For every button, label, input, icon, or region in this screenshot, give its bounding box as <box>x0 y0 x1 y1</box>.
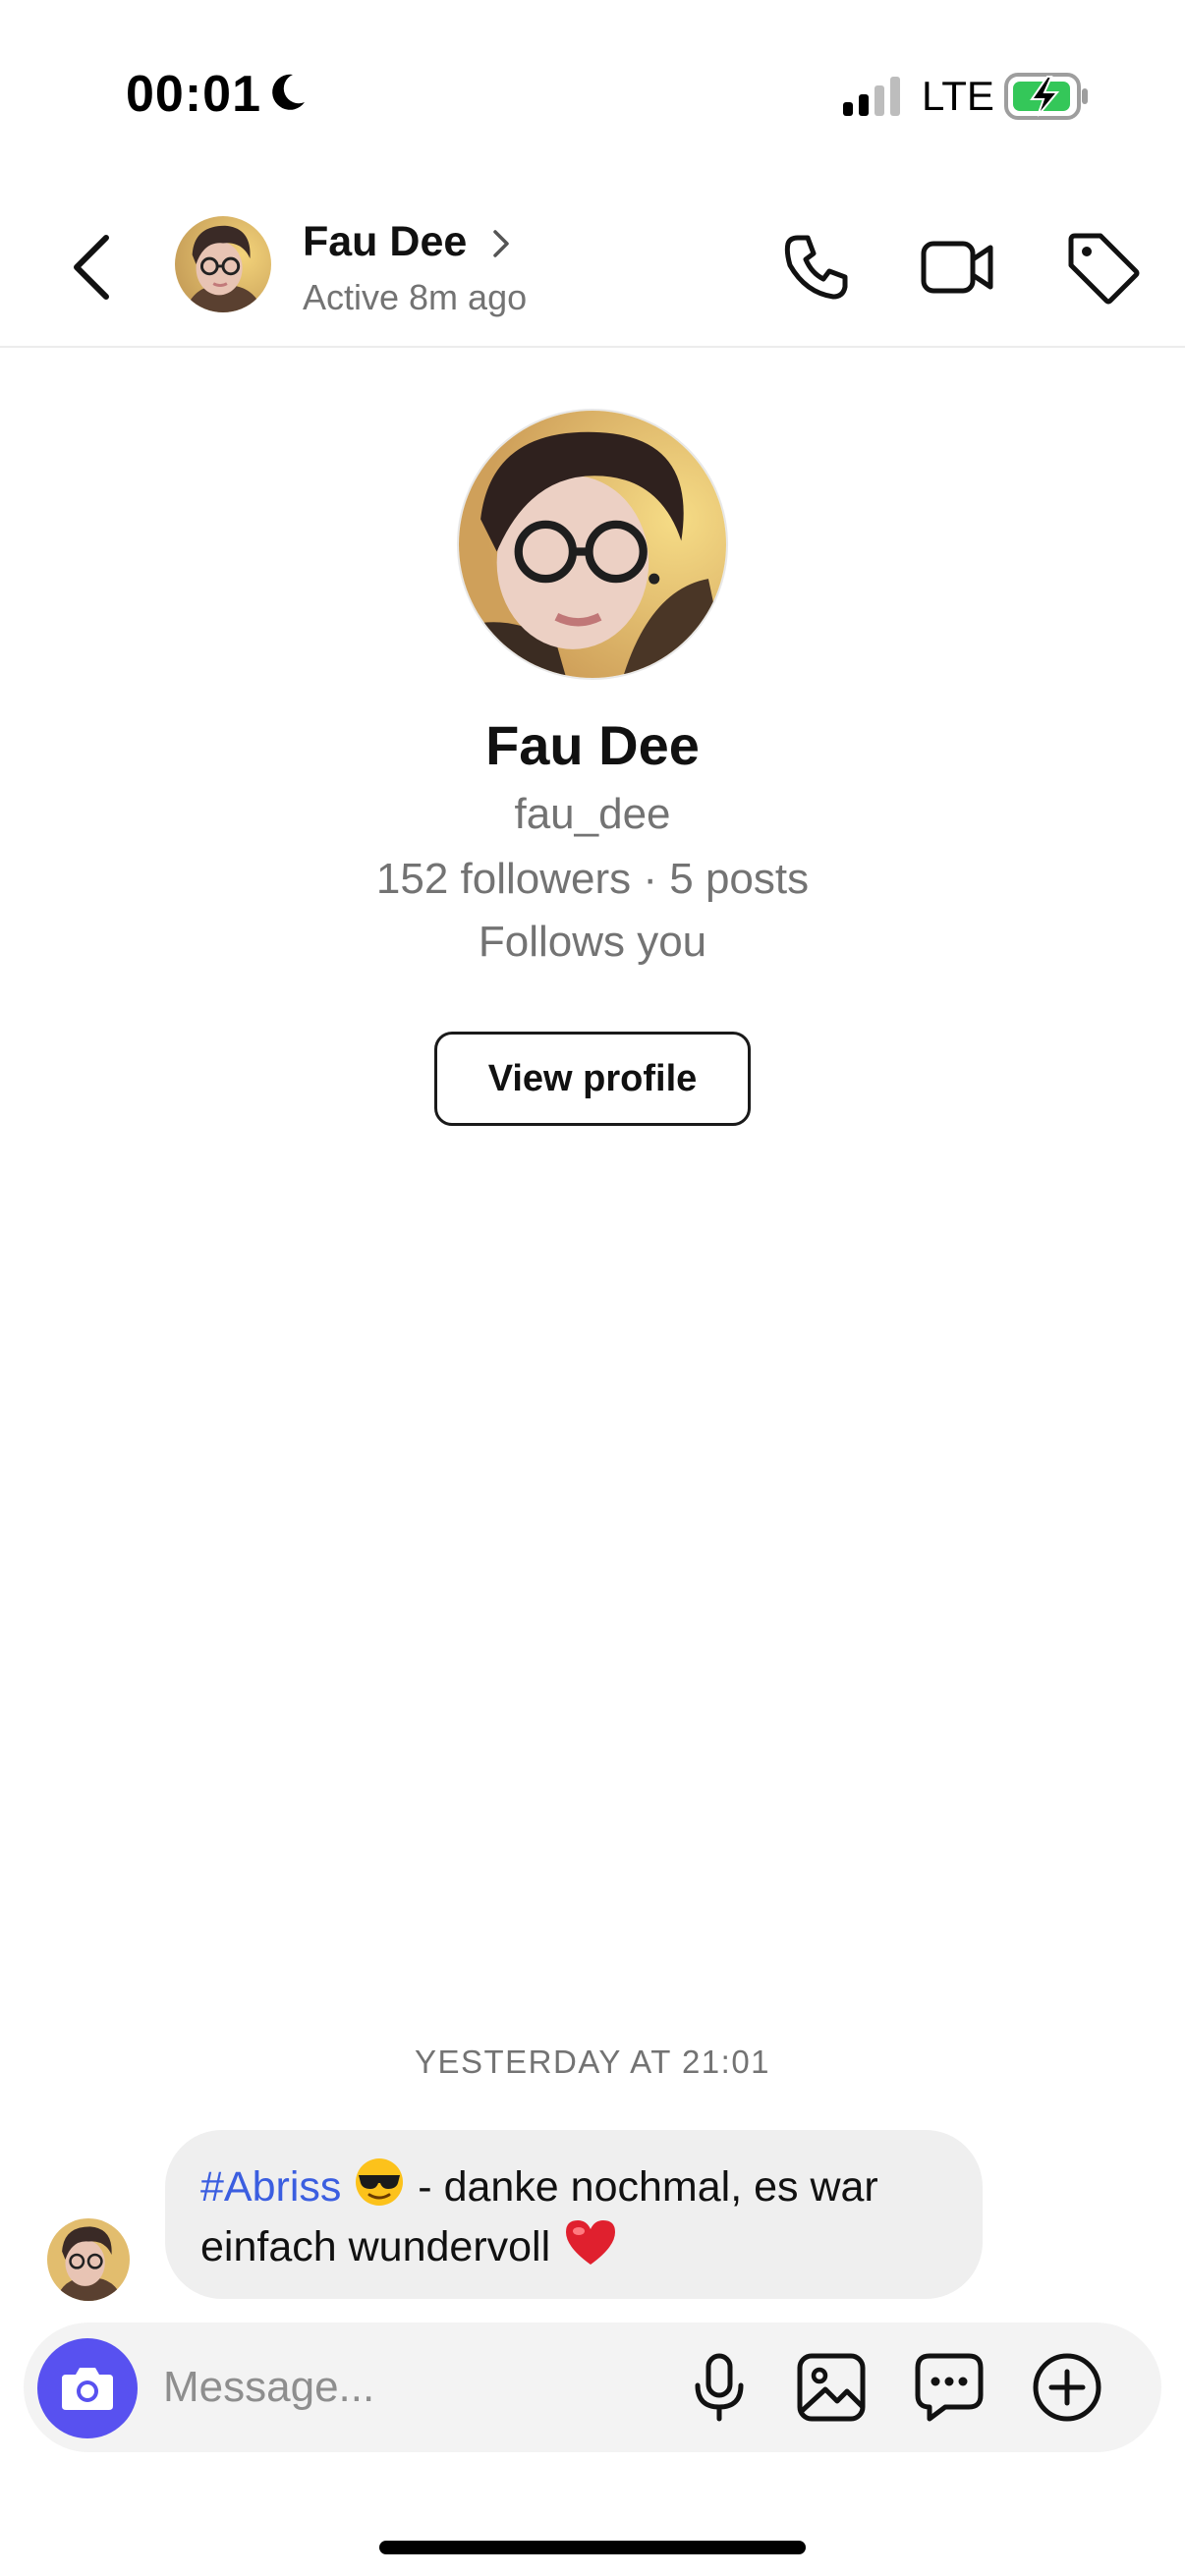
header-avatar[interactable] <box>175 216 271 312</box>
gallery-icon[interactable] <box>794 2350 869 2425</box>
back-chevron-icon[interactable] <box>59 226 130 308</box>
message-sender-avatar[interactable] <box>47 2218 130 2301</box>
plus-circle-icon[interactable] <box>1030 2350 1104 2425</box>
message-bubble[interactable]: #Abriss - danke nochmal, es war einfach … <box>165 2130 983 2299</box>
tag-icon[interactable] <box>1063 228 1142 307</box>
message-timestamp: YESTERDAY AT 21:01 <box>414 2044 771 2080</box>
active-status: Active 8m ago <box>303 277 528 317</box>
home-indicator[interactable] <box>379 2541 806 2554</box>
profile-name: Fau Dee <box>485 714 700 776</box>
header-name[interactable]: Fau Dee <box>303 218 467 266</box>
profile-card: Fau Dee fau_dee 152 followers · 5 posts … <box>0 407 1185 1153</box>
battery-charging-icon <box>1004 73 1088 120</box>
camera-button[interactable] <box>37 2338 138 2438</box>
view-profile-button[interactable]: View profile <box>434 1032 751 1126</box>
status-time: 00:01 <box>126 66 261 123</box>
sticker-chat-icon[interactable] <box>912 2350 987 2425</box>
message-hashtag[interactable]: #Abriss <box>200 2163 341 2211</box>
profile-username: fau_dee <box>514 790 671 838</box>
video-camera-icon[interactable] <box>918 228 996 307</box>
sunglasses-emoji <box>356 2158 404 2206</box>
follows-you-label: Follows you <box>478 918 707 966</box>
network-type: LTE <box>922 73 994 119</box>
dm-screen: 00:01 LTE Fau Dee Active 8m ago Fau Dee … <box>0 0 1185 2576</box>
red-heart-emoji <box>566 2220 616 2265</box>
signal-icon <box>843 77 900 116</box>
chevron-right-icon[interactable] <box>487 224 517 263</box>
message-text-line1: - danke nochmal, es war <box>418 2163 878 2211</box>
camera-icon <box>62 2368 113 2410</box>
microphone-icon[interactable] <box>682 2350 757 2425</box>
message-input[interactable] <box>163 2350 654 2425</box>
message-text-line2: einfach wundervoll <box>200 2223 551 2270</box>
status-bar: 00:01 LTE <box>0 0 1185 187</box>
moon-icon <box>272 74 305 110</box>
phone-icon[interactable] <box>776 228 855 307</box>
profile-avatar[interactable] <box>457 409 728 680</box>
profile-stats: 152 followers · 5 posts <box>375 855 810 903</box>
chat-header: Fau Dee Active 8m ago <box>0 187 1185 348</box>
